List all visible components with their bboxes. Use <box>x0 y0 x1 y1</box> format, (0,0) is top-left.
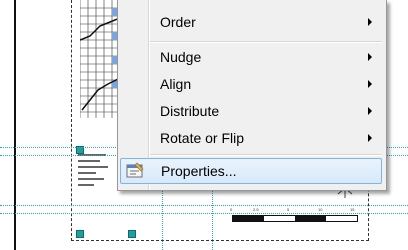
selection-handle[interactable] <box>76 230 84 238</box>
layout-guide[interactable] <box>0 213 408 214</box>
menu-item-rotate-or-flip[interactable]: Rotate or Flip <box>120 126 382 150</box>
scalebar-tick-label: 2.5 <box>253 207 259 212</box>
menu-item-label: Properties... <box>161 163 237 179</box>
submenu-arrow-icon <box>368 53 372 61</box>
scalebar-tick-label: 0 <box>230 207 233 212</box>
submenu-arrow-icon <box>368 134 372 142</box>
context-menu[interactable]: Order Nudge Align Distribute Rotate or F… <box>117 0 387 191</box>
legend-graphic <box>78 150 116 190</box>
menu-item-order[interactable]: Order <box>120 10 382 34</box>
menu-item-label: Nudge <box>160 49 202 65</box>
menu-item-align[interactable]: Align <box>120 72 382 96</box>
menu-separator <box>150 41 382 43</box>
scalebar-tick-label: 5 <box>287 207 290 212</box>
submenu-arrow-icon <box>368 107 372 115</box>
submenu-arrow-icon <box>368 80 372 88</box>
menu-item-label: Align <box>160 76 192 92</box>
scalebar-tick-label: 10 <box>318 207 323 212</box>
menu-item-nudge[interactable]: Nudge <box>120 45 382 69</box>
menu-item-label: Rotate or Flip <box>160 130 245 146</box>
menu-item-properties[interactable]: Properties... <box>120 158 382 184</box>
scalebar-tick-label: 15 <box>350 207 355 212</box>
map-grid-graphic <box>80 0 120 118</box>
menu-item-label: Distribute <box>160 103 220 119</box>
selection-handle[interactable] <box>128 230 136 238</box>
submenu-arrow-icon <box>368 18 372 26</box>
menu-separator <box>150 154 382 156</box>
properties-icon <box>126 162 144 178</box>
menu-item-distribute[interactable]: Distribute <box>120 99 382 123</box>
layout-guide[interactable] <box>0 205 408 206</box>
menu-item-label: Order <box>160 14 196 30</box>
scale-bar <box>232 215 358 222</box>
